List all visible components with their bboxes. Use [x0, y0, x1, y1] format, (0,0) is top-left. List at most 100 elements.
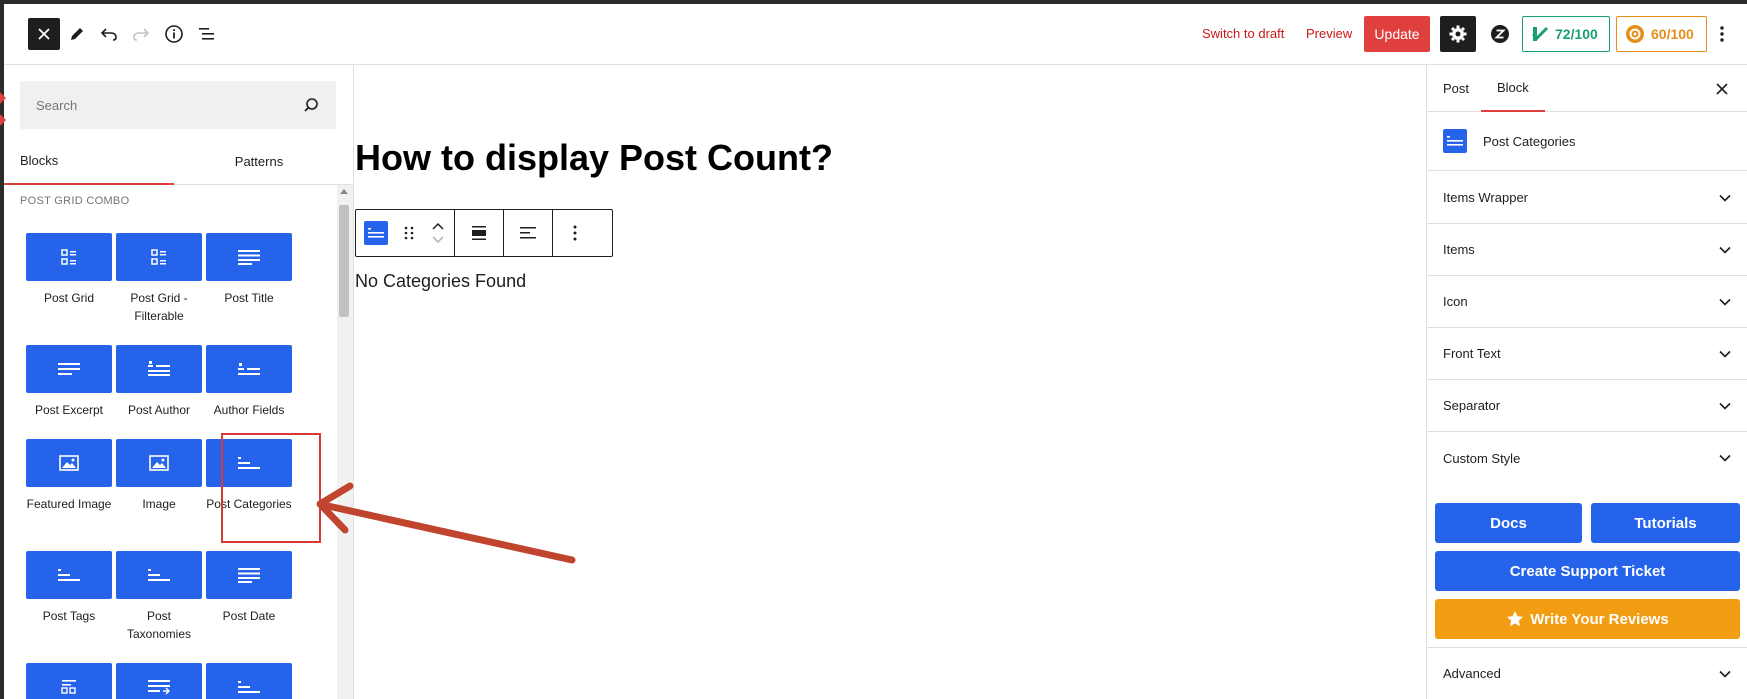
inserter-search: [20, 81, 336, 129]
block-label: Post Excerpt: [34, 403, 104, 417]
block-post-author[interactable]: Post Author: [116, 345, 202, 419]
scrollbar-thumb[interactable]: [339, 205, 349, 317]
inserter-search-input[interactable]: [20, 81, 290, 129]
redo-icon: [133, 28, 150, 41]
docs-button[interactable]: Docs: [1435, 503, 1582, 543]
close-icon[interactable]: [1712, 79, 1732, 99]
chevron-down-icon[interactable]: [432, 236, 444, 244]
close-editor-button[interactable]: [28, 18, 60, 50]
drag-handle-icon: [404, 226, 414, 240]
block-label: Post Date: [222, 609, 276, 623]
author-fields-icon: [238, 363, 260, 375]
categories-icon: [368, 228, 384, 238]
chevron-down-icon: [1719, 246, 1731, 254]
seo-score-button[interactable]: 72/100: [1522, 16, 1610, 52]
editor-canvas: How to display Post Count? No Categories…: [355, 65, 1426, 699]
panel-title: Icon: [1443, 294, 1468, 309]
readability-score-button[interactable]: 60/100: [1616, 16, 1707, 52]
undo-button[interactable]: [92, 17, 126, 51]
tools-button[interactable]: [60, 17, 94, 51]
lines-icon: [58, 363, 80, 375]
editor-top-toolbar: Switch to draft Preview Update 72/100 60…: [4, 4, 1747, 65]
chevron-down-icon: [1719, 670, 1731, 678]
tags-icon: [148, 569, 170, 581]
block-label: Author Fields: [213, 403, 285, 417]
block-post-grid[interactable]: Post Grid: [26, 233, 112, 307]
tab-patterns[interactable]: Patterns: [174, 137, 344, 185]
block-author-fields[interactable]: Author Fields: [206, 345, 292, 419]
tutorials-button[interactable]: Tutorials: [1591, 503, 1740, 543]
panel-icon[interactable]: Icon: [1427, 276, 1747, 328]
panel-items-wrapper[interactable]: Items Wrapper: [1427, 172, 1747, 224]
block-post-date[interactable]: Post Date: [206, 551, 292, 625]
tab-block[interactable]: Block: [1481, 65, 1545, 112]
block-tile-partial[interactable]: [26, 663, 112, 699]
vertical-ellipsis-icon: [1720, 26, 1724, 42]
inserter-scrollbar[interactable]: [337, 185, 353, 699]
options-menu-button[interactable]: [1712, 18, 1732, 50]
tab-blocks[interactable]: Blocks: [4, 137, 174, 185]
block-post-tags[interactable]: Post Tags: [26, 551, 112, 625]
block-options-button[interactable]: [553, 210, 597, 256]
settings-sidebar: Post Block Post Categories Items Wrapper…: [1426, 65, 1747, 699]
block-tile-partial[interactable]: [206, 663, 292, 699]
text-align-button[interactable]: [504, 210, 552, 256]
block-label: Post Author: [127, 403, 191, 417]
search-icon[interactable]: [302, 96, 320, 114]
panel-title: Front Text: [1443, 346, 1501, 361]
panel-custom-style[interactable]: Custom Style: [1427, 432, 1747, 484]
block-category-heading: POST GRID COMBO: [20, 195, 130, 207]
switch-to-draft-link[interactable]: Switch to draft: [1202, 26, 1284, 41]
grid-icon: [61, 249, 76, 265]
details-button[interactable]: [157, 17, 191, 51]
left-edge-marker: [0, 92, 6, 126]
panel-front-text[interactable]: Front Text: [1427, 328, 1747, 380]
block-label: Image: [142, 497, 176, 511]
block-label: Featured Image: [26, 497, 112, 511]
vertical-ellipsis-icon: [573, 225, 577, 241]
list-arrow-icon: [148, 680, 170, 695]
z-logo-icon: [1491, 25, 1509, 43]
close-icon: [38, 28, 50, 40]
tab-post[interactable]: Post: [1443, 65, 1469, 112]
sidebar-tabs: Post Block: [1427, 65, 1747, 112]
panel-items[interactable]: Items: [1427, 224, 1747, 276]
list-view-button[interactable]: [190, 17, 224, 51]
create-support-ticket-button[interactable]: Create Support Ticket: [1435, 551, 1740, 591]
panel-title: Items Wrapper: [1443, 190, 1529, 205]
block-post-title[interactable]: Post Title: [206, 233, 292, 307]
block-type-button[interactable]: [356, 210, 396, 256]
tags-icon: [58, 569, 80, 581]
block-empty-message: No Categories Found: [355, 271, 527, 291]
readability-score-value: 60/100: [1651, 26, 1694, 42]
panel-separator[interactable]: Separator: [1427, 380, 1747, 432]
settings-button[interactable]: [1440, 16, 1476, 52]
block-image[interactable]: Image: [116, 439, 202, 513]
block-toolbar-group-main: [356, 210, 455, 256]
block-post-excerpt[interactable]: Post Excerpt: [26, 345, 112, 419]
block-toolbar-group-align: [504, 210, 553, 256]
panel-advanced[interactable]: Advanced: [1427, 647, 1747, 699]
block-featured-image[interactable]: Featured Image: [26, 439, 112, 513]
scroll-up-arrow[interactable]: [340, 189, 348, 194]
preview-link[interactable]: Preview: [1306, 26, 1352, 41]
write-reviews-button[interactable]: Write Your Reviews: [1435, 599, 1740, 639]
redo-button[interactable]: [124, 17, 158, 51]
inserter-tabs: Blocks Patterns: [4, 137, 354, 185]
write-reviews-label: Write Your Reviews: [1530, 610, 1669, 628]
block-label: Post Title: [224, 291, 274, 305]
chevron-down-icon: [1719, 454, 1731, 462]
move-buttons[interactable]: [422, 210, 454, 256]
chevron-up-icon[interactable]: [432, 222, 444, 230]
block-post-taxonomies[interactable]: Post Taxonomies: [116, 551, 202, 643]
wide-width-button[interactable]: [455, 210, 503, 256]
block-tile-partial[interactable]: [116, 663, 202, 699]
post-title[interactable]: How to display Post Count?: [355, 137, 833, 179]
star-icon: [1507, 611, 1524, 627]
drag-handle[interactable]: [396, 210, 422, 256]
chevron-down-icon: [1719, 402, 1731, 410]
block-post-grid-filterable[interactable]: Post Grid - Filterable: [116, 233, 202, 325]
update-button[interactable]: Update: [1364, 16, 1430, 52]
plugin-z-button[interactable]: [1483, 17, 1517, 51]
panel-title: Items: [1443, 242, 1475, 257]
